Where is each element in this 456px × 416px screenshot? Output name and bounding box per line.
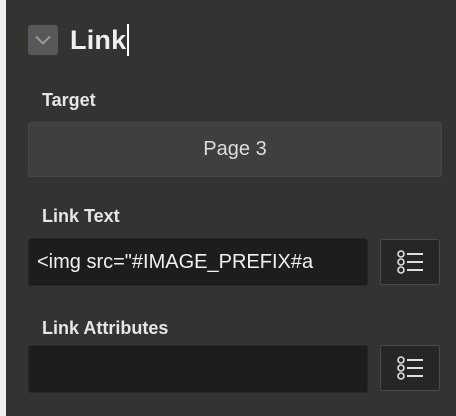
link-section-header: Link xyxy=(28,20,130,60)
link-text-input[interactable] xyxy=(28,238,368,286)
link-text-list-button[interactable] xyxy=(380,239,440,285)
properties-panel: Link Target Page 3 Link Text Link Attrib… xyxy=(6,0,456,416)
chevron-down-icon xyxy=(35,35,51,45)
target-label: Target xyxy=(42,90,96,110)
collapse-section-button[interactable] xyxy=(28,25,58,55)
text-cursor xyxy=(127,24,130,56)
section-title: Link xyxy=(70,24,127,55)
link-attributes-label: Link Attributes xyxy=(42,318,169,338)
link-attributes-list-button[interactable] xyxy=(380,345,440,391)
link-text-label: Link Text xyxy=(42,206,120,226)
list-icon xyxy=(397,250,423,274)
list-icon xyxy=(397,356,423,380)
link-attributes-input[interactable] xyxy=(28,345,368,393)
target-button[interactable]: Page 3 xyxy=(28,122,442,177)
